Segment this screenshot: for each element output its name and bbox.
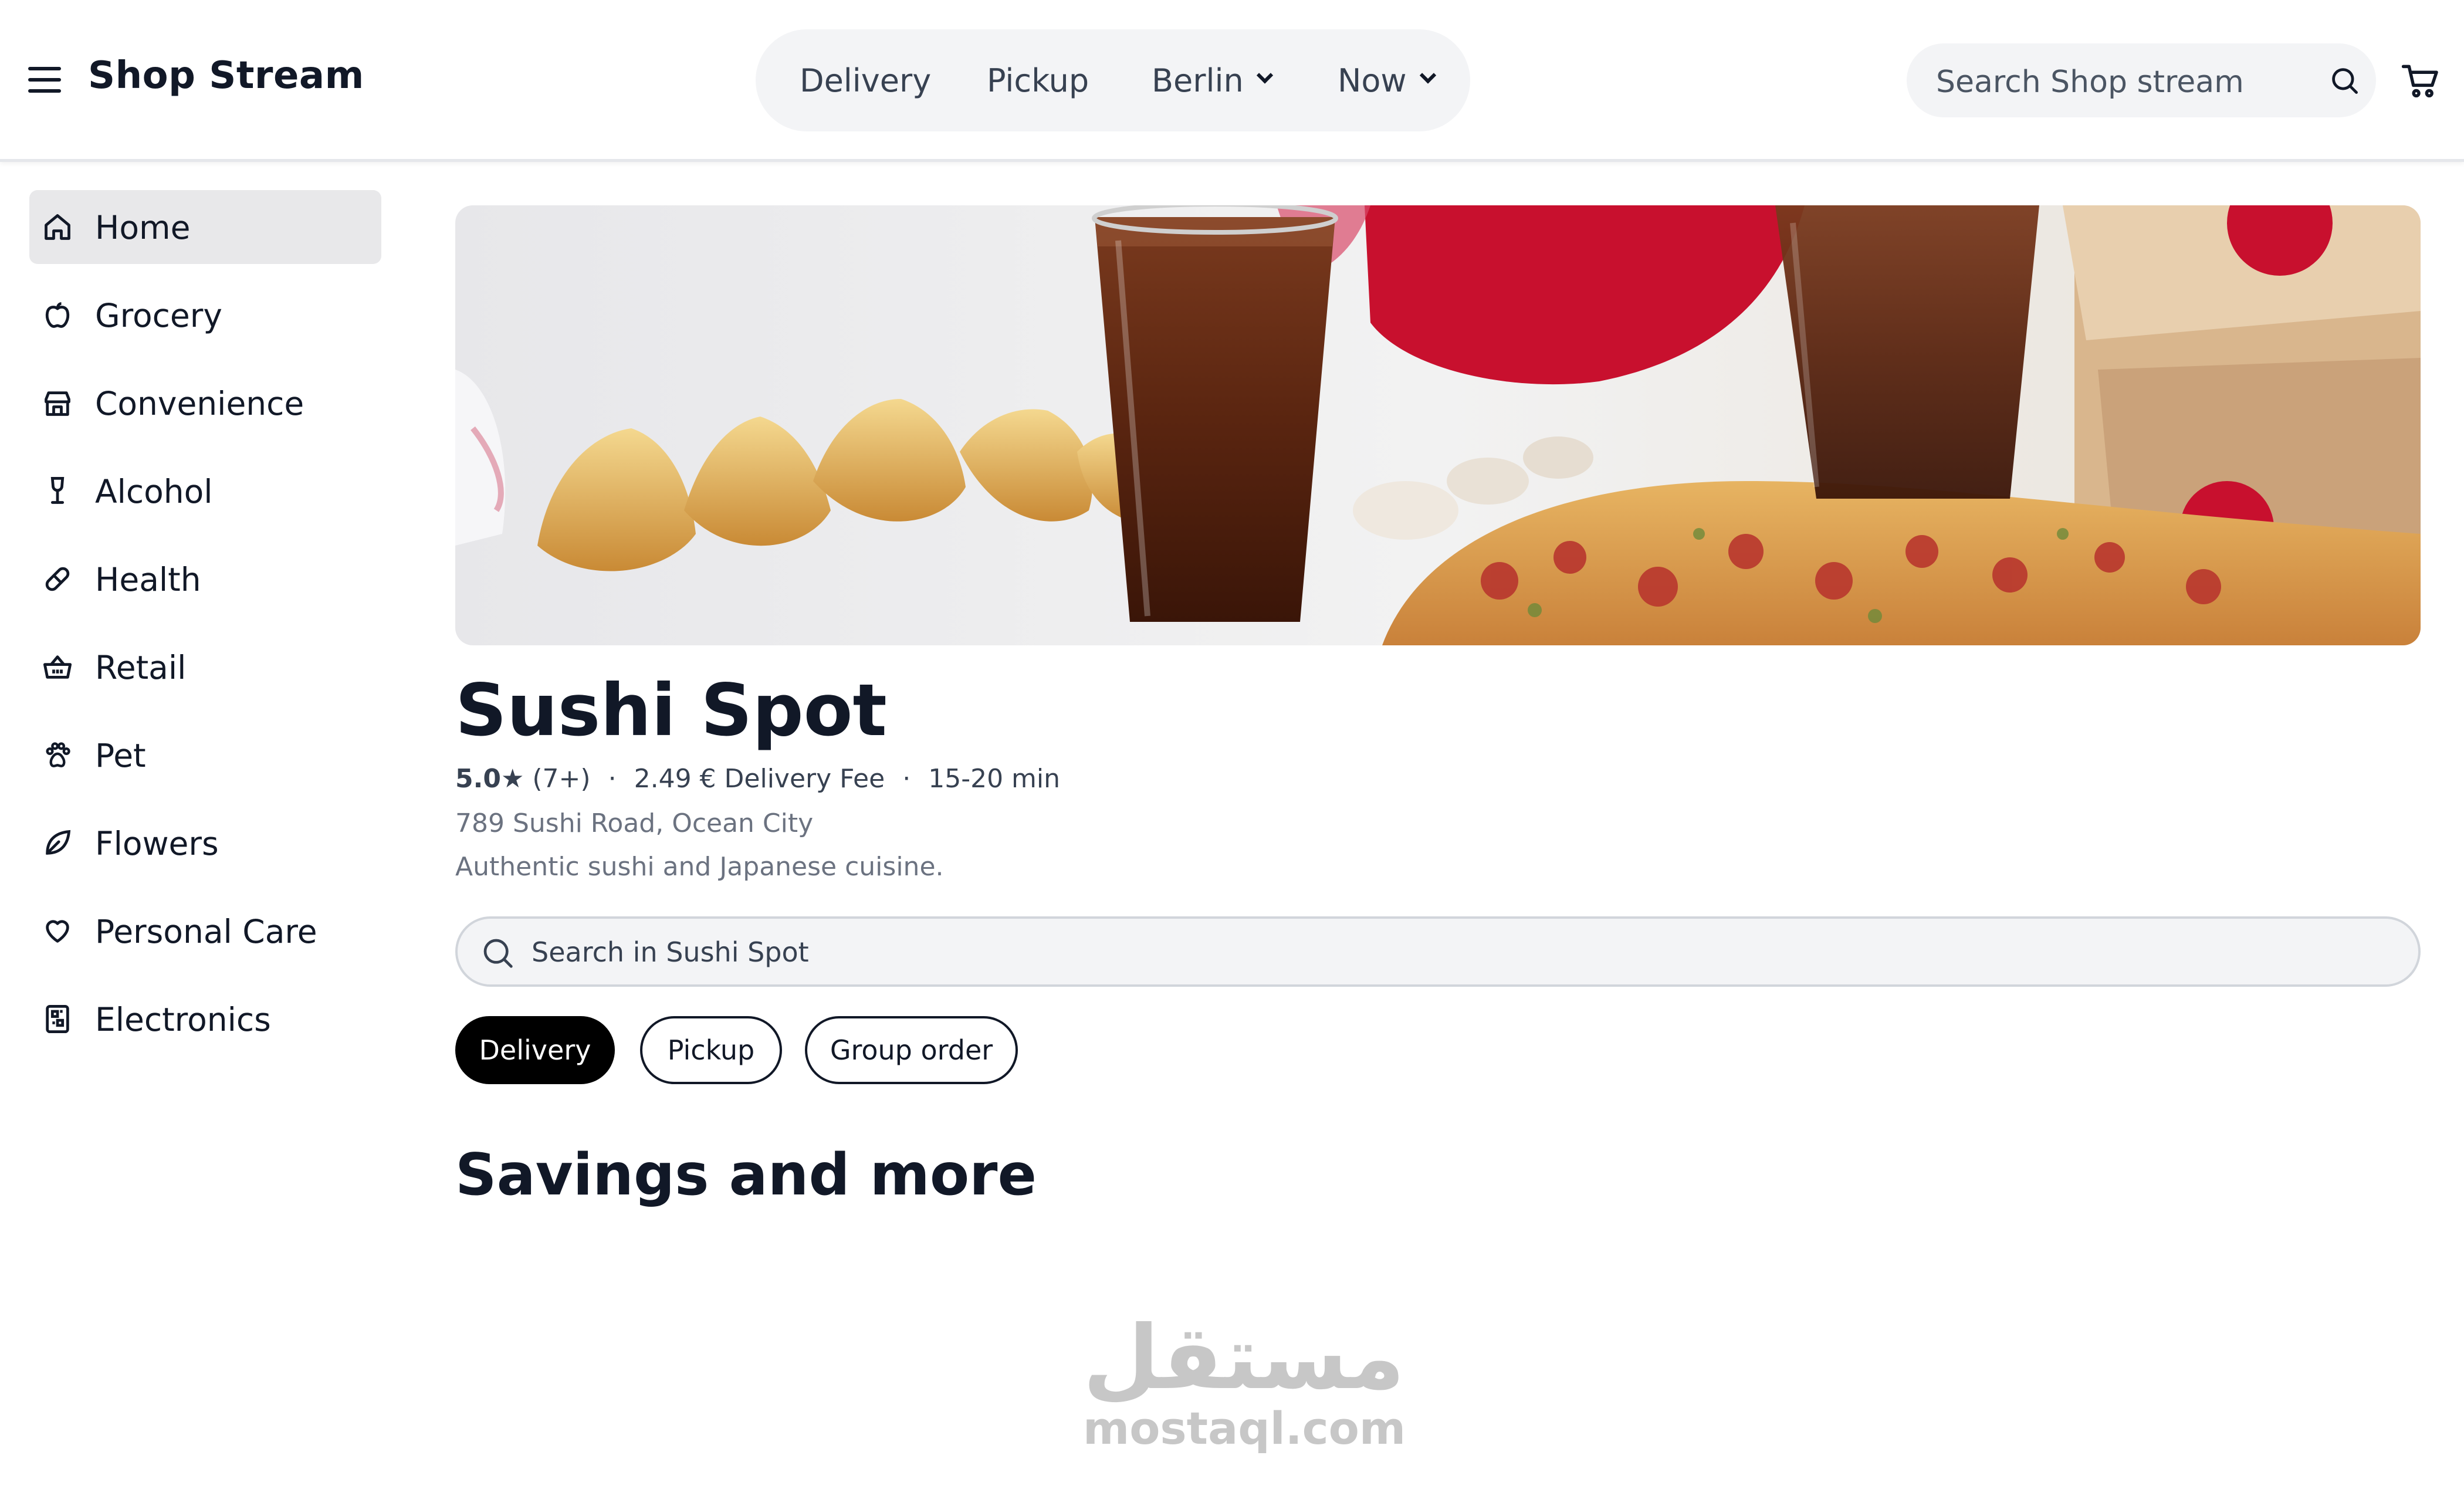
store-rating: 5.0★: [455, 764, 524, 794]
mode-pickup-label: Pickup: [987, 62, 1089, 99]
sidebar-item-label: Health: [95, 561, 201, 598]
time-dropdown[interactable]: Now: [1338, 29, 1436, 131]
store-icon: [45, 391, 70, 416]
sidebar-item-alcohol[interactable]: Alcohol: [29, 454, 381, 528]
search-icon: [483, 939, 513, 968]
sidebar-item-flowers[interactable]: Flowers: [29, 806, 381, 880]
store-meta: 5.0★ (7+) · 2.49 € Delivery Fee · 15-20 …: [455, 764, 1060, 794]
fulfillment-mode-bar: Delivery Pickup Berlin Now: [756, 29, 1470, 131]
location-label: Berlin: [1152, 62, 1244, 99]
sidebar-item-label: Grocery: [95, 297, 222, 334]
sidebar-item-home[interactable]: Home: [29, 190, 381, 264]
meta-separator: ·: [902, 764, 911, 794]
store-review-count: (7+): [532, 764, 591, 794]
order-mode-delivery[interactable]: Delivery: [455, 1016, 615, 1084]
order-mode-pickup[interactable]: Pickup: [640, 1016, 782, 1084]
watermark-latin: mostaql.com: [1083, 1402, 1406, 1454]
top-header: Shop Stream Delivery Pickup Berlin Now S…: [0, 0, 2464, 162]
watermark-arabic: مستقل: [1083, 1307, 1405, 1409]
sidebar-item-label: Alcohol: [95, 473, 213, 510]
brand-logo[interactable]: Shop Stream: [88, 54, 364, 97]
sidebar-item-label: Convenience: [95, 385, 304, 422]
time-label: Now: [1338, 62, 1407, 99]
search-icon[interactable]: [2329, 65, 2360, 96]
sidebar-item-label: Electronics: [95, 1001, 271, 1038]
paw-icon: [46, 742, 70, 767]
device-icon: [46, 1004, 69, 1034]
leaf-icon: [46, 830, 71, 855]
store-eta: 15-20 min: [928, 764, 1061, 794]
mode-delivery[interactable]: Delivery: [800, 29, 931, 131]
chip-label: Pickup: [667, 1034, 755, 1066]
sidebar-item-label: Flowers: [95, 825, 219, 862]
category-sidebar: Home Grocery Convenience Alcohol Health …: [29, 190, 381, 1070]
sidebar-item-personal-care[interactable]: Personal Care: [29, 894, 381, 968]
sidebar-item-health[interactable]: Health: [29, 542, 381, 616]
store-description: Authentic sushi and Japanese cuisine.: [455, 852, 944, 882]
watermark-logo: مستقل mostaql.com: [1083, 1307, 1406, 1473]
location-dropdown[interactable]: Berlin: [1152, 29, 1273, 131]
store-address: 789 Sushi Road, Ocean City: [455, 808, 814, 838]
chevron-down-icon: [1419, 67, 1436, 84]
order-mode-group-order[interactable]: Group order: [805, 1016, 1018, 1084]
store-hero-image: [455, 205, 2421, 645]
mode-pickup[interactable]: Pickup: [987, 29, 1089, 131]
sidebar-item-retail[interactable]: Retail: [29, 630, 381, 704]
global-search-input[interactable]: Search Shop stream: [1907, 43, 2376, 117]
heart-icon: [46, 920, 69, 943]
store-name: Sushi Spot: [455, 669, 887, 752]
chip-label: Group order: [830, 1034, 993, 1066]
hamburger-menu-icon[interactable]: [28, 67, 61, 94]
meta-separator: ·: [608, 764, 617, 794]
sidebar-item-label: Pet: [95, 737, 146, 774]
home-icon: [45, 214, 70, 240]
page: Shop Stream Delivery Pickup Berlin Now S…: [0, 0, 2464, 1496]
sidebar-item-grocery[interactable]: Grocery: [29, 278, 381, 352]
sidebar-item-label: Home: [95, 209, 191, 246]
basket-icon: [43, 655, 72, 679]
savings-section-title: Savings and more: [455, 1142, 1037, 1209]
wine-icon: [50, 476, 65, 504]
food-photo: [455, 205, 2421, 645]
pill-icon: [45, 567, 70, 591]
sidebar-item-label: Retail: [95, 649, 187, 686]
store-search-placeholder: Search in Sushi Spot: [532, 936, 809, 968]
apple-icon: [45, 302, 70, 328]
cart-icon[interactable]: [2402, 63, 2439, 99]
store-search-input[interactable]: Search in Sushi Spot: [455, 916, 2421, 987]
global-search-placeholder: Search Shop stream: [1936, 65, 2244, 100]
sidebar-item-pet[interactable]: Pet: [29, 718, 381, 792]
mode-delivery-label: Delivery: [800, 62, 932, 99]
chip-label: Delivery: [479, 1034, 591, 1066]
sidebar-item-electronics[interactable]: Electronics: [29, 982, 381, 1056]
sidebar-item-convenience[interactable]: Convenience: [29, 366, 381, 440]
sidebar-item-label: Personal Care: [95, 913, 317, 950]
chevron-down-icon: [1256, 67, 1273, 84]
store-delivery-fee: 2.49 € Delivery Fee: [634, 764, 885, 794]
